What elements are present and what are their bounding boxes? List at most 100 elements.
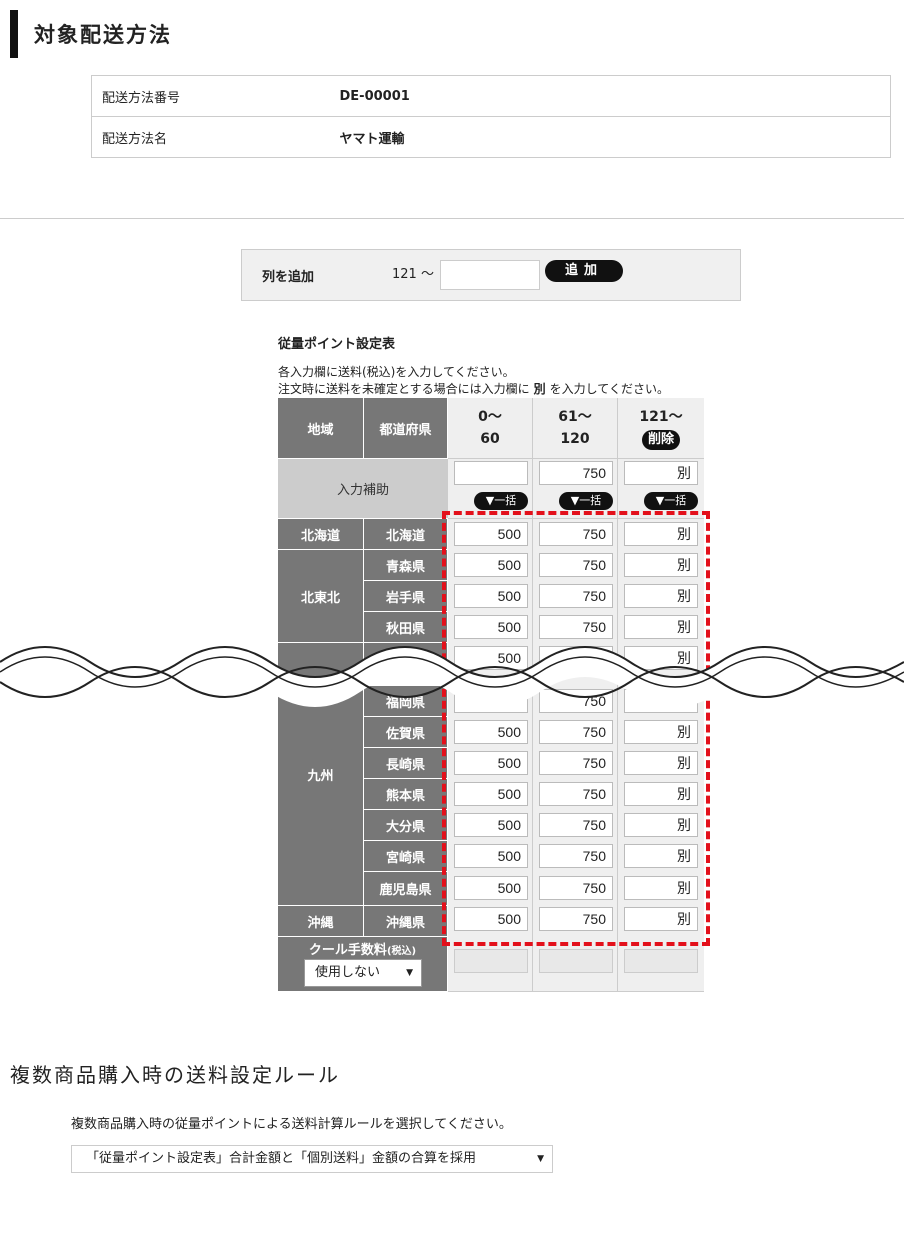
price-input[interactable]: 750 [539, 689, 613, 713]
cool-fee-input [454, 949, 528, 973]
region-cell: 沖縄 [278, 906, 364, 937]
pref-cell: 沖縄県 [364, 906, 448, 937]
pref-cell: 福岡県 [364, 686, 448, 717]
price-input[interactable]: 500 [454, 907, 528, 931]
column-header: 0〜 60 [448, 398, 533, 459]
price-input[interactable]: 750 [539, 907, 613, 931]
column-header: 61〜 120 [533, 398, 618, 459]
pref-cell: 岩手県 [364, 581, 448, 612]
add-column-label: 列を追加 [262, 270, 315, 285]
price-input[interactable]: 750 [539, 720, 613, 744]
note2-prefix: 注文時に送料を未確定とする場合には入力欄に [278, 382, 530, 396]
note2-bold: 別 [533, 382, 546, 396]
cool-fee-label: クール手数料 [308, 943, 387, 958]
price-input[interactable]: 500 [454, 553, 528, 577]
pref-cell: 熊本県 [364, 779, 448, 810]
bulk-apply-button[interactable]: ▼一括 [644, 492, 698, 510]
pref-cell: 鹿児島県 [364, 872, 448, 906]
column-from: 121〜 [639, 409, 683, 425]
assist-input[interactable]: 750 [539, 461, 613, 485]
rule-section-title: 複数商品購入時の送料設定ルール [10, 1063, 340, 1087]
price-input[interactable]: 別 [624, 751, 698, 775]
delivery-info-table: 配送方法番号 DE-00001 配送方法名 ヤマト運輸 [91, 75, 891, 158]
price-input[interactable]: 500 [454, 876, 528, 900]
price-input[interactable]: 500 [454, 813, 528, 837]
pref-cell: 青森県 [364, 550, 448, 581]
column-from: 0〜 [478, 409, 502, 425]
add-column-panel: 列を追加 121 〜 追加 [241, 249, 741, 301]
price-input[interactable]: 500 [454, 522, 528, 546]
point-settings-table: 地域 都道府県 0〜 60 61〜 120 121〜 削除 入力補助 750 別 ▼一… [278, 398, 704, 992]
info-value: DE-00001 [339, 75, 891, 117]
price-input[interactable]: 750 [539, 813, 613, 837]
info-row: 配送方法番号 DE-00001 [91, 75, 891, 117]
price-input[interactable]: 別 [624, 522, 698, 546]
pref-cell: 北海道 [364, 519, 448, 550]
column-to: 60 [480, 431, 500, 447]
section-title: 対象配送方法 [10, 10, 172, 58]
column-header: 121〜削除 [618, 398, 704, 459]
price-input[interactable]: 750 [539, 615, 613, 639]
price-input[interactable]: 750 [539, 751, 613, 775]
delete-column-button[interactable]: 削除 [641, 430, 680, 450]
price-input[interactable]: 別 [624, 876, 698, 900]
rule-description: 複数商品購入時の従量ポイントによる送料計算ルールを選択してください。 [71, 1117, 512, 1132]
price-input[interactable]: 別 [624, 615, 698, 639]
header-pref: 都道府県 [364, 398, 448, 459]
pref-cell: 佐賀県 [364, 717, 448, 748]
rule-select[interactable]: 「従量ポイント設定表」合計金額と「個別送料」金額の合算を採用 ▼ [71, 1145, 553, 1173]
cool-fee-select[interactable]: 使用しない ▼ [304, 959, 422, 987]
info-key: 配送方法番号 [91, 75, 340, 117]
region-cell: 九州 [278, 643, 364, 906]
pref-cell: 秋田県 [364, 612, 448, 643]
price-input[interactable]: 750 [539, 844, 613, 868]
price-input[interactable]: 750 [539, 782, 613, 806]
price-input[interactable]: 750 [539, 522, 613, 546]
info-key: 配送方法名 [102, 131, 168, 147]
price-input[interactable]: 500 [454, 751, 528, 775]
assist-input[interactable] [454, 461, 528, 485]
price-input[interactable]: 500 [454, 646, 528, 670]
price-input[interactable]: 500 [454, 584, 528, 608]
info-value: ヤマト運輸 [339, 131, 405, 147]
price-input[interactable]: 別 [624, 553, 698, 577]
note2-suffix: を入力してください。 [549, 382, 669, 396]
price-input[interactable]: 別 [624, 844, 698, 868]
cool-fee-select-value: 使用しない [315, 965, 381, 980]
chevron-down-icon: ▼ [537, 1154, 544, 1164]
price-input[interactable]: 750 [539, 553, 613, 577]
price-input[interactable]: 500 [454, 720, 528, 744]
rule-select-value: 「従量ポイント設定表」合計金額と「個別送料」金額の合算を採用 [86, 1151, 477, 1166]
chevron-down-icon: ▼ [406, 968, 413, 978]
pref-cell: 宮 [364, 643, 448, 674]
info-row: 配送方法名 ヤマト運輸 [92, 117, 891, 158]
price-input[interactable]: 別 [624, 907, 698, 931]
price-input[interactable]: 別 [624, 720, 698, 744]
assist-label: 入力補助 [278, 459, 448, 519]
cool-fee-input [624, 949, 698, 973]
price-input[interactable]: 別 [624, 584, 698, 608]
bulk-apply-button[interactable]: ▼一括 [474, 492, 528, 510]
bulk-apply-button[interactable]: ▼一括 [559, 492, 613, 510]
price-input[interactable]: 別 [624, 646, 698, 670]
region-cell: 北東北 [278, 550, 364, 643]
price-input[interactable]: 500 [454, 782, 528, 806]
price-input[interactable]: 別 [624, 813, 698, 837]
pref-cell: 長崎県 [364, 748, 448, 779]
cool-fee-input [539, 949, 613, 973]
price-input[interactable]: 750 [539, 584, 613, 608]
price-input[interactable]: 別 [624, 782, 698, 806]
add-column-button[interactable]: 追加 [545, 260, 623, 282]
price-input[interactable]: 500 [454, 844, 528, 868]
price-input[interactable] [624, 689, 698, 713]
table-note-1: 各入力欄に送料(税込)を入力してください。 [278, 365, 515, 379]
assist-input[interactable]: 別 [624, 461, 698, 485]
add-column-input[interactable] [440, 260, 540, 290]
pref-cell: 宮崎県 [364, 841, 448, 872]
price-input[interactable]: 750 [539, 876, 613, 900]
column-from: 61〜 [558, 409, 592, 425]
price-input[interactable] [454, 689, 528, 713]
price-input[interactable]: 500 [454, 615, 528, 639]
price-input[interactable]: 7 [539, 646, 613, 670]
column-to: 120 [560, 431, 590, 447]
